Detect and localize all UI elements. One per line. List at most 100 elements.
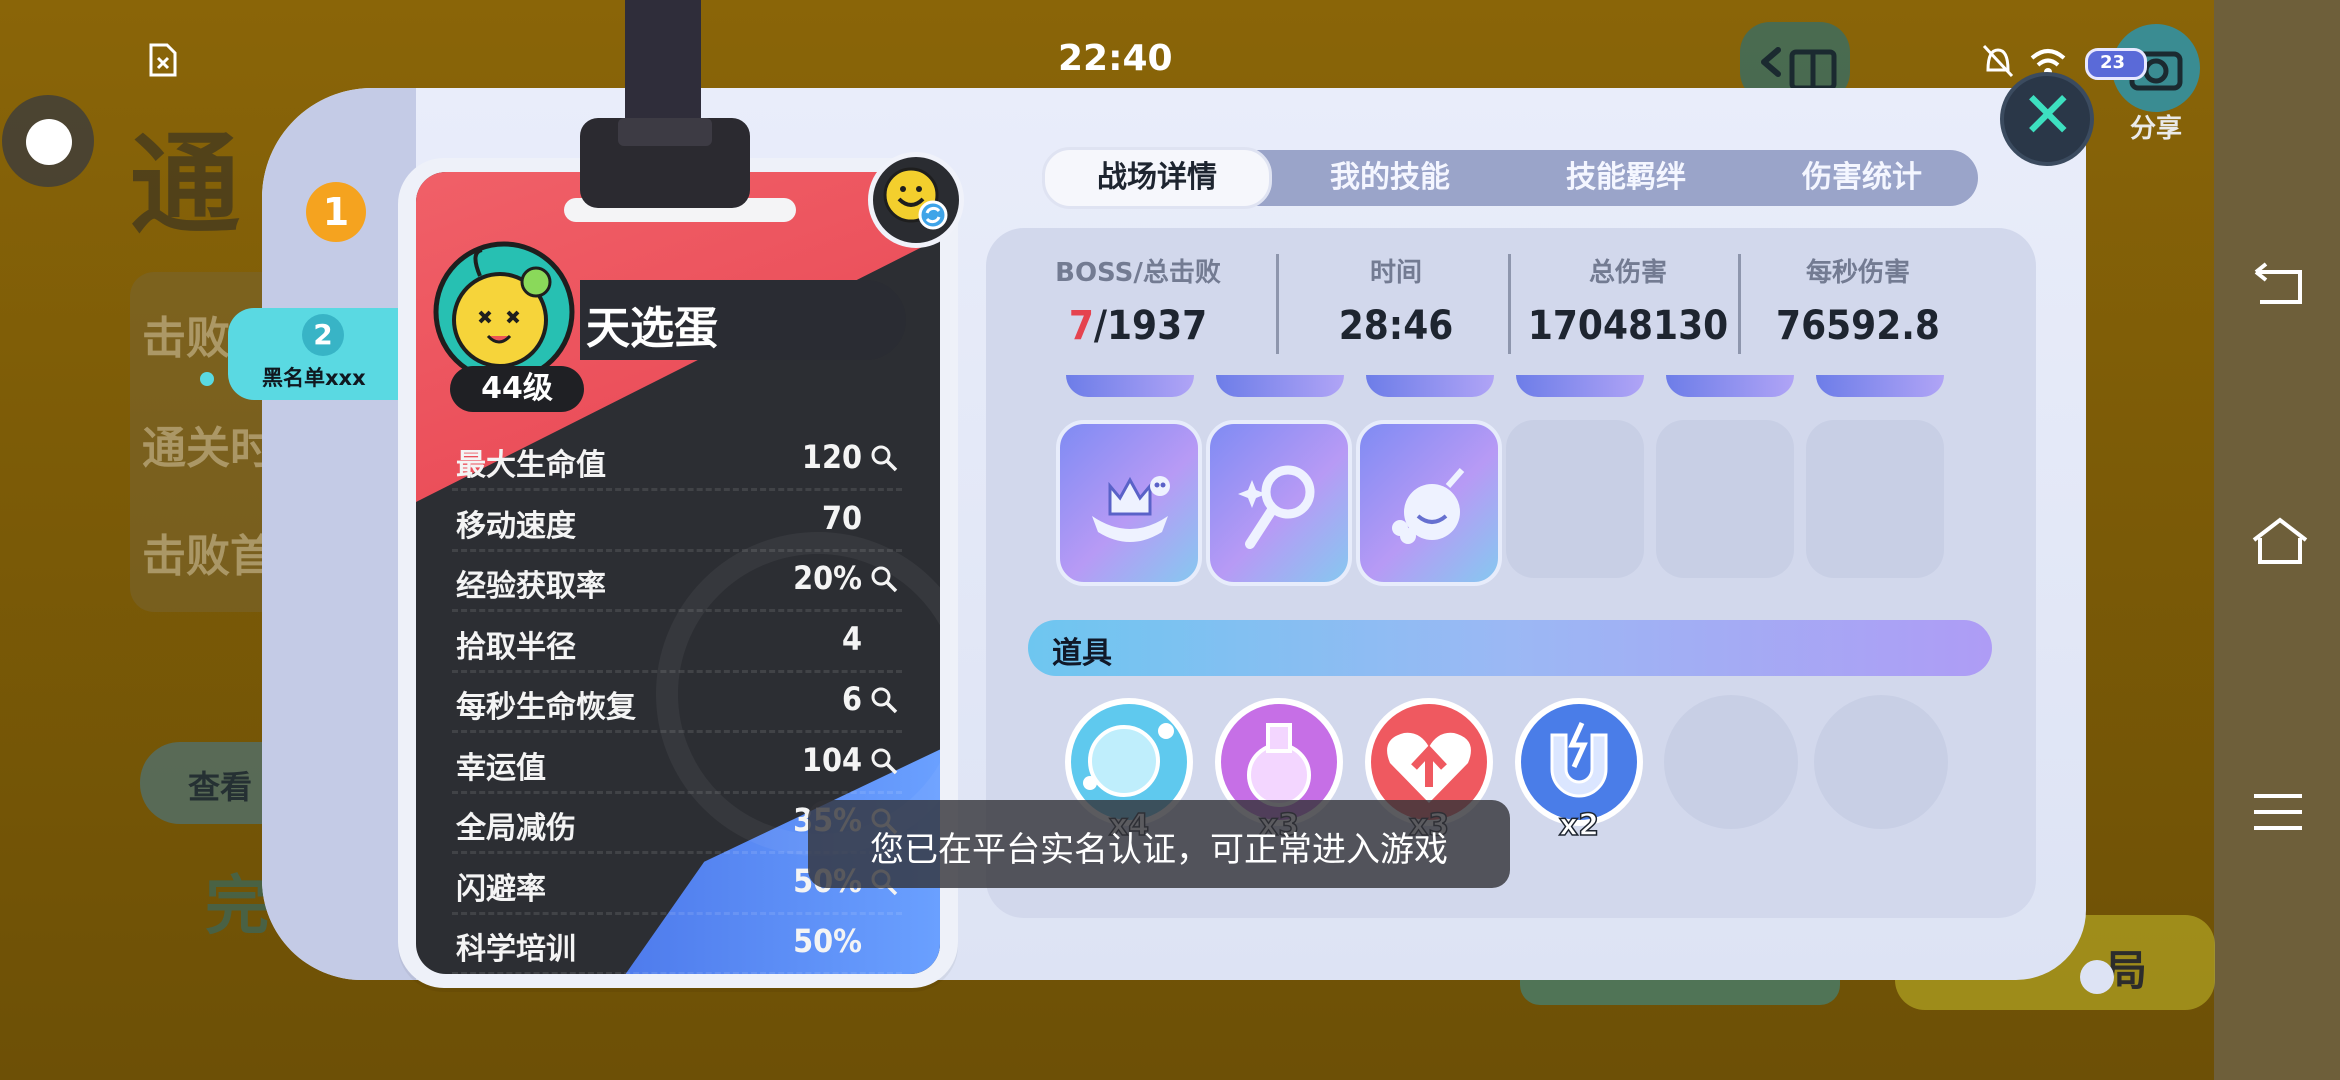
item-magnet[interactable]: x2 — [1512, 695, 1646, 844]
stat-row[interactable]: 幸运值 104 — [452, 731, 902, 794]
magnifier-icon[interactable] — [870, 444, 898, 472]
stat-value: 120 — [801, 438, 862, 476]
stat-row: 拾取半径 4 — [452, 610, 902, 673]
stat-row[interactable]: 最大生命值 120 — [452, 428, 902, 491]
summary-divider — [1508, 254, 1511, 354]
details-tabs: 战场详情 我的技能 技能羁绊 伤害统计 — [1042, 147, 1978, 209]
skill-slot-peek — [1216, 375, 1344, 397]
floating-assist-ball[interactable] — [2, 95, 94, 187]
crown-skull-skill-icon — [1092, 476, 1170, 542]
toast-text: 您已在平台实名认证，可正常进入游戏 — [870, 830, 1448, 870]
item-slot-empty — [1814, 695, 1948, 829]
boss-kills-label: BOSS/总击败 — [1055, 258, 1221, 288]
close-icon: ✕ — [2021, 79, 2075, 153]
battery-level: 23 — [2100, 52, 2126, 73]
skill-slot-peek — [1816, 375, 1944, 397]
home-nav-button[interactable] — [2250, 516, 2308, 570]
stat-label: 科学培训 — [456, 932, 576, 967]
sparkle-wand-skill-icon — [1238, 465, 1315, 549]
items-section-title: 道具 — [1052, 636, 1112, 671]
close-button[interactable]: ✕ — [2000, 72, 2094, 166]
dps-label: 每秒伤害 — [1805, 258, 1910, 288]
stat-value: 6 — [841, 680, 862, 718]
tab-my-skills[interactable]: 我的技能 — [1278, 150, 1502, 206]
stat-label: 全局减伤 — [456, 811, 576, 846]
bg-row-2: 通关时 — [142, 423, 274, 474]
summary-dps: 每秒伤害 76592.8 — [1742, 228, 1974, 349]
file-notification-icon — [148, 42, 178, 82]
skill-slot-empty — [1506, 420, 1644, 578]
bg-row-3: 击败首 — [142, 531, 274, 582]
skill-slot-3[interactable] — [1356, 420, 1502, 586]
stat-value: 20% — [793, 559, 862, 597]
tab-battlefield-details[interactable]: 战场详情 — [1042, 147, 1272, 209]
tab-skill-synergy[interactable]: 技能羁绊 — [1514, 150, 1738, 206]
battery-indicator: 23 — [2085, 48, 2147, 80]
stat-row: 移动速度 70 — [452, 489, 902, 552]
skill-slot-peek — [1516, 375, 1644, 397]
bg-view-button-label: 查看 — [188, 768, 253, 806]
home-icon — [2252, 517, 2308, 564]
toast-message: 您已在平台实名认证，可正常进入游戏 — [808, 800, 1510, 888]
stat-value: 4 — [841, 619, 862, 658]
stat-label: 闪避率 — [456, 871, 546, 907]
total-damage-label: 总伤害 — [1588, 258, 1667, 288]
stat-row[interactable]: 经验获取率 20% — [452, 549, 902, 612]
status-time: 22:40 — [1058, 38, 1173, 79]
summary-divider — [1738, 254, 1741, 354]
summary-total-damage: 总伤害 17048130 — [1512, 228, 1744, 349]
boss-kills-value: 7/1937 — [1022, 303, 1254, 349]
back-nav-button[interactable] — [2250, 262, 2306, 312]
swap-character-button[interactable] — [868, 152, 964, 248]
stat-value: 104 — [801, 740, 862, 779]
player-1-rank-badge[interactable]: 1 — [306, 182, 366, 242]
skill-slot-2[interactable] — [1206, 420, 1352, 586]
bg-big-text: 完 — [205, 870, 269, 944]
magnifier-icon[interactable] — [870, 686, 898, 714]
back-icon — [2254, 262, 2302, 304]
lanyard-clip-top — [618, 118, 712, 146]
item-count: x2 — [1558, 807, 1600, 844]
stat-label: 幸运值 — [456, 750, 546, 786]
skill-slot-1[interactable] — [1056, 420, 1202, 586]
stat-value: 70 — [821, 498, 862, 537]
bg-row-1: 击败 — [142, 313, 230, 364]
stat-label: 每秒生命恢复 — [456, 690, 636, 725]
skill-slot-peek — [1366, 375, 1494, 397]
skill-slot-peek — [1066, 375, 1194, 397]
items-section-bar — [1028, 620, 1992, 676]
menu-icon — [2254, 794, 2302, 830]
stat-label: 拾取半径 — [456, 629, 576, 665]
skill-slot-empty — [1656, 420, 1794, 578]
magnifier-icon[interactable] — [870, 747, 898, 775]
magnifier-icon[interactable] — [870, 565, 898, 593]
bg-title: 通 — [130, 121, 240, 249]
stat-row[interactable]: 每秒生命恢复 6 — [452, 670, 902, 733]
dps-value: 76592.8 — [1776, 303, 1940, 349]
dialog-tail — [2080, 960, 2114, 994]
boss-killed-count: 7 — [1068, 303, 1094, 349]
item-slot-empty — [1664, 695, 1798, 829]
character-avatar — [430, 236, 578, 384]
total-damage-value: 17048130 — [1527, 303, 1729, 349]
share-label: 分享 — [2130, 114, 2183, 144]
lanyard-strap — [625, 0, 701, 128]
stat-label: 经验获取率 — [456, 569, 606, 604]
total-killed-count: /1937 — [1093, 303, 1208, 349]
skill-slot-empty — [1806, 420, 1944, 578]
character-name: 天选蛋 — [586, 303, 718, 354]
stat-label: 移动速度 — [456, 508, 576, 544]
stat-row: 科学培训 50% — [452, 912, 902, 975]
summary-boss: BOSS/总击败 7/1937 — [1022, 228, 1254, 349]
summary-divider — [1276, 254, 1279, 354]
character-level: 44级 — [450, 366, 584, 412]
stat-value: 50% — [793, 922, 862, 960]
tab-damage-stats[interactable]: 伤害统计 — [1750, 150, 1974, 206]
player-2-rank-badge: 2 — [302, 314, 344, 356]
time-label: 时间 — [1369, 258, 1422, 288]
stat-label: 最大生命值 — [456, 448, 606, 483]
time-value: 28:46 — [1338, 303, 1454, 349]
menu-nav-button[interactable] — [2250, 790, 2306, 838]
clover-bomb-skill-icon — [1392, 468, 1465, 544]
egg-character-avatar-icon — [433, 241, 575, 383]
